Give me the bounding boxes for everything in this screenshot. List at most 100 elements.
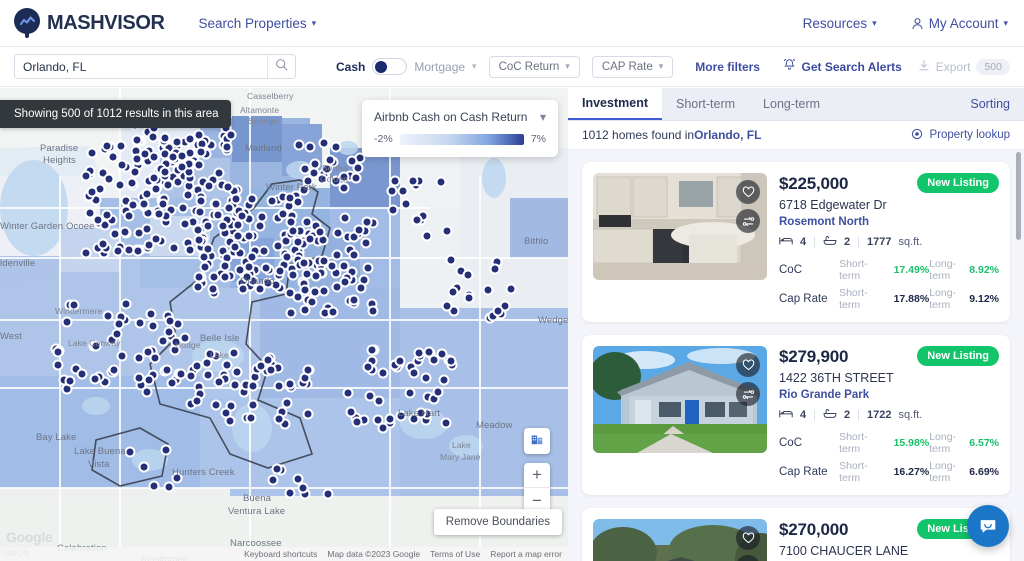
keyboard-shortcuts-link[interactable]: Keyboard shortcuts bbox=[244, 549, 317, 559]
map-marker[interactable] bbox=[230, 194, 241, 205]
map-marker[interactable] bbox=[176, 161, 187, 172]
map-marker[interactable] bbox=[368, 305, 379, 316]
map-marker[interactable] bbox=[299, 285, 310, 296]
map-marker[interactable] bbox=[160, 132, 171, 143]
map-marker[interactable] bbox=[285, 307, 296, 318]
map-marker[interactable] bbox=[463, 269, 474, 280]
search-box[interactable] bbox=[14, 54, 296, 79]
map-marker[interactable] bbox=[433, 386, 444, 397]
map-marker[interactable] bbox=[164, 481, 175, 492]
listing-thumbnail[interactable] bbox=[593, 173, 767, 280]
map-marker[interactable] bbox=[220, 260, 231, 271]
map-marker[interactable] bbox=[266, 365, 277, 376]
map-marker[interactable] bbox=[299, 185, 310, 196]
map-marker[interactable] bbox=[353, 163, 364, 174]
map-marker[interactable] bbox=[214, 376, 225, 387]
map-marker[interactable] bbox=[366, 344, 377, 355]
map-marker[interactable] bbox=[442, 226, 453, 237]
listing-neighborhood[interactable]: Rosemont North bbox=[779, 216, 999, 228]
heart-icon[interactable] bbox=[736, 526, 760, 550]
chevron-down-icon[interactable]: ▾ bbox=[540, 111, 546, 123]
map-marker[interactable] bbox=[162, 365, 173, 376]
map-marker[interactable] bbox=[226, 130, 237, 141]
legend-header[interactable]: Airbnb Cash on Cash Return ▾ bbox=[374, 110, 546, 124]
map-marker[interactable] bbox=[421, 231, 432, 242]
map-marker[interactable] bbox=[360, 237, 371, 248]
map-marker[interactable] bbox=[199, 251, 210, 262]
map-marker[interactable] bbox=[204, 180, 215, 191]
map-marker[interactable] bbox=[108, 364, 119, 375]
map-marker[interactable] bbox=[65, 375, 76, 386]
map-marker[interactable] bbox=[339, 213, 350, 224]
map-marker[interactable] bbox=[274, 413, 285, 424]
map-marker[interactable] bbox=[299, 164, 310, 175]
map-marker[interactable] bbox=[348, 295, 359, 306]
map-marker[interactable] bbox=[303, 408, 314, 419]
map-marker[interactable] bbox=[363, 362, 374, 373]
map-marker[interactable] bbox=[134, 353, 145, 364]
map-marker[interactable] bbox=[160, 444, 171, 455]
map-marker[interactable] bbox=[111, 328, 122, 339]
map-marker[interactable] bbox=[193, 160, 204, 171]
map-marker[interactable] bbox=[243, 231, 254, 242]
map-marker[interactable] bbox=[207, 284, 218, 295]
search-input[interactable] bbox=[15, 60, 267, 74]
map-marker[interactable] bbox=[362, 216, 373, 227]
map-marker[interactable] bbox=[220, 271, 231, 282]
map-marker[interactable] bbox=[237, 283, 248, 294]
map-marker[interactable] bbox=[222, 141, 233, 152]
map-marker[interactable] bbox=[327, 261, 338, 272]
map-marker[interactable] bbox=[321, 164, 332, 175]
map-marker[interactable] bbox=[439, 374, 450, 385]
map-marker[interactable] bbox=[345, 406, 356, 417]
map-marker[interactable] bbox=[355, 283, 366, 294]
map-marker[interactable] bbox=[288, 269, 299, 280]
map-marker[interactable] bbox=[195, 207, 206, 218]
map-marker[interactable] bbox=[305, 141, 316, 152]
nav-resources[interactable]: Resources ▾ bbox=[803, 16, 877, 31]
map-marker[interactable] bbox=[271, 463, 282, 474]
coc-return-filter[interactable]: CoC Return ▾ bbox=[489, 56, 580, 78]
map-marker[interactable] bbox=[231, 367, 242, 378]
map-marker[interactable] bbox=[342, 388, 353, 399]
map-marker[interactable] bbox=[266, 196, 277, 207]
map-marker[interactable] bbox=[351, 417, 362, 428]
map-marker[interactable] bbox=[97, 238, 108, 249]
map-marker[interactable] bbox=[193, 282, 204, 293]
map-marker[interactable] bbox=[108, 151, 119, 162]
map-marker[interactable] bbox=[327, 307, 338, 318]
map-marker[interactable] bbox=[162, 180, 173, 191]
map-marker[interactable] bbox=[182, 190, 193, 201]
map-marker[interactable] bbox=[261, 263, 272, 274]
map-marker[interactable] bbox=[262, 278, 273, 289]
map-marker[interactable] bbox=[330, 142, 341, 153]
heart-icon[interactable] bbox=[736, 353, 760, 377]
heart-icon[interactable] bbox=[736, 180, 760, 204]
map-marker[interactable] bbox=[114, 180, 125, 191]
map-marker[interactable] bbox=[297, 482, 308, 493]
map-marker[interactable] bbox=[62, 316, 73, 327]
map-marker[interactable] bbox=[221, 407, 232, 418]
map-marker[interactable] bbox=[53, 360, 64, 371]
map-marker[interactable] bbox=[139, 461, 150, 472]
map-marker[interactable] bbox=[77, 369, 88, 380]
map-marker[interactable] bbox=[209, 272, 220, 283]
map-marker[interactable] bbox=[229, 380, 240, 391]
map-marker[interactable] bbox=[115, 141, 126, 152]
map-marker[interactable] bbox=[81, 171, 92, 182]
map-marker[interactable] bbox=[177, 151, 188, 162]
map-marker[interactable] bbox=[404, 388, 415, 399]
map-marker[interactable] bbox=[274, 266, 285, 277]
map-marker[interactable] bbox=[285, 487, 296, 498]
listing-thumbnail[interactable] bbox=[593, 519, 767, 561]
map-marker[interactable] bbox=[145, 308, 156, 319]
map-marker[interactable] bbox=[304, 234, 315, 245]
map-marker[interactable] bbox=[409, 368, 420, 379]
map-marker[interactable] bbox=[323, 488, 334, 499]
map-marker[interactable] bbox=[165, 316, 176, 327]
map-legend[interactable]: Airbnb Cash on Cash Return ▾ -2% 7% bbox=[362, 100, 558, 157]
map-marker[interactable] bbox=[442, 301, 453, 312]
map-marker[interactable] bbox=[133, 228, 144, 239]
nav-my-account[interactable]: My Account ▾ bbox=[911, 16, 1008, 31]
map-marker[interactable] bbox=[80, 247, 91, 258]
